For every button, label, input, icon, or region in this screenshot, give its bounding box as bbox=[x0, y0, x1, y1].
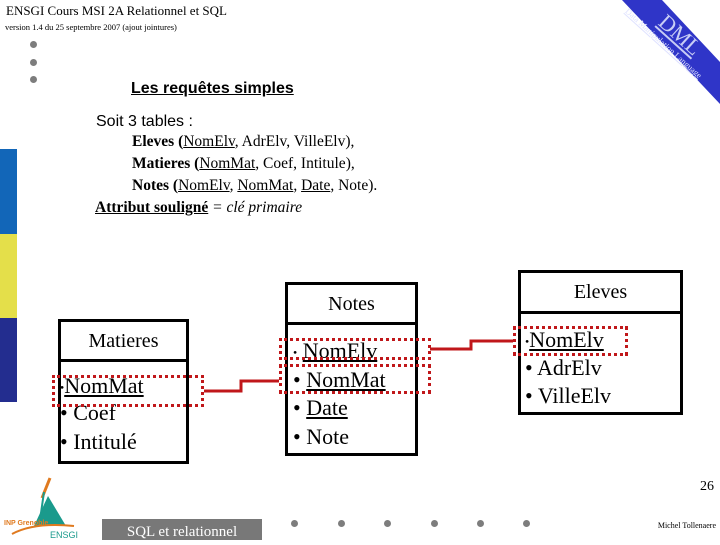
link-notes-eleves bbox=[430, 339, 513, 351]
attr-text: VilleElv bbox=[537, 383, 612, 408]
entity-title: Eleves bbox=[521, 273, 680, 314]
key-highlight-notes-nomelv bbox=[279, 338, 431, 360]
entity-attr: • VilleElv bbox=[525, 383, 611, 409]
author-name: Michel Tollenaere bbox=[657, 521, 716, 530]
entity-attr: • AdrElv bbox=[525, 355, 602, 381]
entity-attr-key: • Date bbox=[293, 395, 348, 421]
decorative-dot bbox=[384, 520, 391, 527]
decorative-dot bbox=[523, 520, 530, 527]
key-highlight-eleves-nomelv bbox=[513, 326, 628, 356]
bullet: • bbox=[60, 429, 68, 454]
inp-grenoble-ensgi-logo: INP Grenoble ENSGI bbox=[4, 474, 84, 540]
page-number: 26 bbox=[700, 479, 714, 494]
decorative-dot bbox=[431, 520, 438, 527]
attr-text: Intitulé bbox=[73, 429, 137, 454]
decorative-dot bbox=[291, 520, 298, 527]
key-highlight-notes-nommat bbox=[279, 364, 431, 394]
entity-attr: • Note bbox=[293, 424, 349, 450]
key-highlight-matieres-nommat bbox=[52, 375, 204, 407]
bullet: • bbox=[525, 383, 533, 408]
entity-title: Matieres bbox=[61, 322, 186, 362]
entity-attr: • Intitulé bbox=[60, 429, 137, 455]
decorative-dot bbox=[338, 520, 345, 527]
logo-text-bottom: ENSGI bbox=[50, 530, 79, 540]
attr-text: AdrElv bbox=[537, 355, 602, 380]
bullet: • bbox=[525, 355, 533, 380]
decorative-dot bbox=[477, 520, 484, 527]
attr-text: Date bbox=[306, 395, 348, 420]
logo-text-top: INP Grenoble bbox=[4, 520, 49, 527]
bullet: • bbox=[293, 395, 301, 420]
footer-course-label: SQL et relationnel bbox=[102, 519, 262, 540]
entity-title: Notes bbox=[288, 285, 415, 325]
attr-text: Note bbox=[306, 424, 349, 449]
link-matieres-notes bbox=[204, 379, 279, 393]
bullet: • bbox=[293, 424, 301, 449]
